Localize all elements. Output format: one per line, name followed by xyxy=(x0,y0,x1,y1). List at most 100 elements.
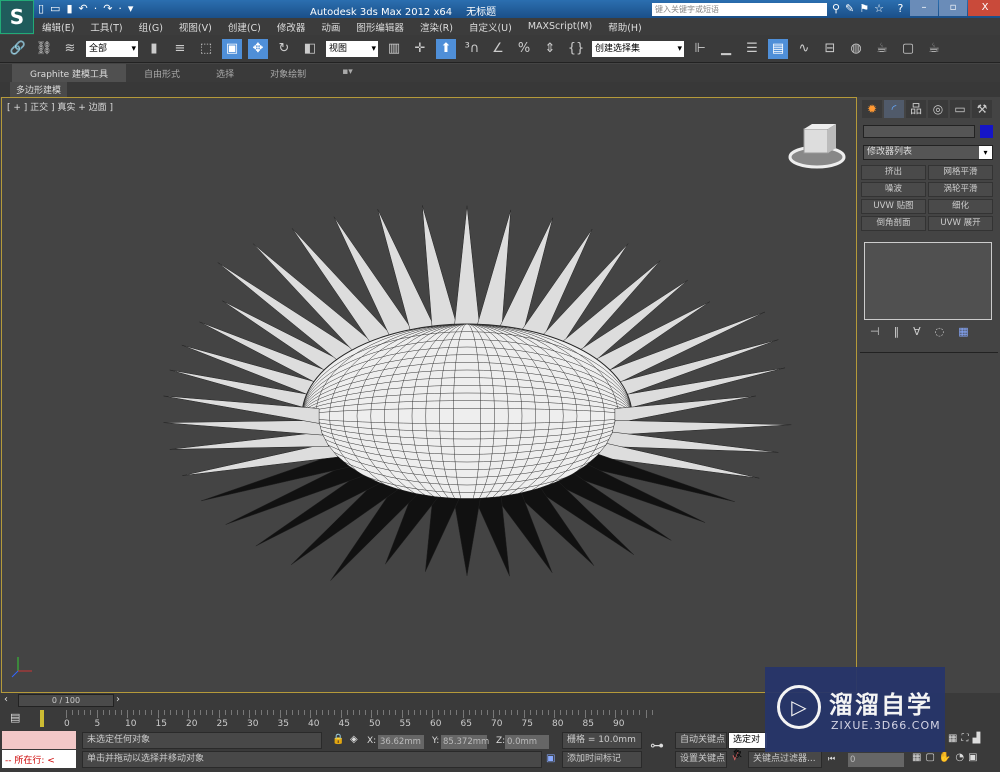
render-setup-icon[interactable]: ☕ xyxy=(872,39,892,59)
time-slider-thumb[interactable]: 0 / 100 xyxy=(18,694,114,707)
y-coord-field[interactable]: 85.372mm xyxy=(441,735,489,749)
modifier-button[interactable]: UVW 贴图 xyxy=(861,199,926,214)
select-object-icon[interactable]: ▮ xyxy=(144,39,164,59)
modifier-button[interactable]: UVW 展开 xyxy=(928,216,993,231)
make-unique-icon[interactable]: ∀ xyxy=(913,325,921,338)
keyboard-shortcut-icon[interactable]: ⬆ xyxy=(436,38,456,59)
menu-item[interactable]: 编辑(E) xyxy=(42,20,74,34)
help-icons[interactable]: ⚲✎⚑☆ ? xyxy=(832,2,908,15)
next-frame-icon[interactable]: › xyxy=(116,694,120,705)
set-key-button[interactable]: 设置关键点 xyxy=(675,751,727,768)
material-editor-icon[interactable]: ◍ xyxy=(846,39,866,59)
motion-tab-icon[interactable]: ◎ xyxy=(928,100,948,118)
mirror-icon[interactable]: ⊩ xyxy=(690,39,710,59)
scale-icon[interactable]: ◧ xyxy=(300,39,320,59)
prev-frame-icon[interactable]: ‹ xyxy=(4,694,8,705)
pin-stack-icon[interactable]: ⊣ xyxy=(870,325,880,338)
display-tab-icon[interactable]: ▭ xyxy=(950,100,970,118)
add-time-tag[interactable]: 添加时间标记 xyxy=(562,751,642,768)
close-button[interactable]: X xyxy=(968,0,1000,16)
pivot-icon[interactable]: ▥ xyxy=(384,39,404,59)
modifier-button[interactable]: 细化 xyxy=(928,199,993,214)
menu-item[interactable]: 图形编辑器 xyxy=(356,20,404,34)
modifier-button[interactable]: 挤出 xyxy=(861,165,926,180)
move-icon[interactable]: ✥ xyxy=(248,38,268,59)
key-icon[interactable]: ⊶ xyxy=(650,738,664,754)
remove-modifier-icon[interactable]: ◌ xyxy=(935,325,945,338)
current-frame-field[interactable]: 0 xyxy=(848,753,904,767)
rotate-icon[interactable]: ↻ xyxy=(274,39,294,59)
modify-tab-icon[interactable]: ◜ xyxy=(884,100,904,118)
show-end-result-icon[interactable]: ‖ xyxy=(894,325,900,338)
viewport-perspective[interactable]: [ + ] 正交 ] 真实 + 边面 ] xyxy=(1,97,857,693)
minimize-button[interactable]: – xyxy=(910,0,938,16)
align-icon[interactable]: ▁ xyxy=(716,39,736,59)
rendered-frame-icon[interactable]: ▢ xyxy=(898,39,918,59)
go-to-start-icon[interactable]: ⏮ xyxy=(828,754,835,764)
x-coord-field[interactable]: 36.62mm xyxy=(378,735,424,749)
create-tab-icon[interactable]: ✹ xyxy=(862,100,882,118)
menu-item[interactable]: MAXScript(M) xyxy=(528,21,592,32)
select-by-name-icon[interactable]: ≡ xyxy=(170,39,190,59)
tab-freeform[interactable]: 自由形式 xyxy=(126,64,198,82)
utilities-tab-icon[interactable]: ⚒ xyxy=(972,100,992,118)
app-logo-button[interactable]: S xyxy=(0,0,34,34)
spinner-snap-icon[interactable]: ⇕ xyxy=(540,39,560,59)
menu-item[interactable]: 工具(T) xyxy=(90,20,122,34)
percent-snap-icon[interactable]: % xyxy=(514,39,534,59)
maxscript-listener[interactable] xyxy=(2,731,76,749)
spiky-object-mesh[interactable] xyxy=(2,98,858,694)
menu-item[interactable]: 视图(V) xyxy=(179,20,212,34)
viewport-nav-icons[interactable]: ▦▢✋◔▣ xyxy=(912,752,982,763)
menu-item[interactable]: 组(G) xyxy=(139,20,163,34)
object-name-field[interactable] xyxy=(863,125,975,138)
search-input[interactable]: 键入关键字或短语 xyxy=(652,3,827,16)
curve-editor-icon[interactable]: ∿ xyxy=(794,39,814,59)
key-filters-button[interactable]: 关键点过滤器... xyxy=(748,751,822,768)
key-mode-dropdown[interactable]: 选定对象 xyxy=(728,732,768,760)
absolute-mode-icon[interactable]: ◈ xyxy=(350,734,358,745)
modifier-button[interactable]: 倒角剖面 xyxy=(861,216,926,231)
menu-item[interactable]: 创建(C) xyxy=(228,20,261,34)
listener-line[interactable]: -- 所在行: < xyxy=(2,750,76,768)
render-icon[interactable]: ☕ xyxy=(924,39,944,59)
rect-selection-icon[interactable]: ⬚ xyxy=(196,39,216,59)
polygon-modeling-panel[interactable]: 多边形建模 xyxy=(10,82,68,97)
graphite-toggle-icon[interactable]: ▤ xyxy=(768,38,788,59)
z-coord-field[interactable]: 0.0mm xyxy=(505,735,549,749)
edit-named-selection-icon[interactable]: {} xyxy=(566,39,586,59)
modifier-list-dropdown[interactable]: 修改器列表 ▾ xyxy=(863,145,993,160)
modifier-button[interactable]: 涡轮平滑 xyxy=(928,182,993,197)
lock-icon[interactable]: 🔒 xyxy=(332,734,344,745)
time-marker[interactable] xyxy=(40,710,44,727)
named-selection-dropdown[interactable]: 创建选择集 xyxy=(592,40,684,57)
quick-access-toolbar[interactable]: ▯▭▮↶·↷·▾ xyxy=(38,2,139,15)
menu-item[interactable]: 自定义(U) xyxy=(469,20,512,34)
manipulate-icon[interactable]: ✛ xyxy=(410,39,430,59)
auto-key-button[interactable]: 自动关键点 xyxy=(675,732,727,749)
menu-item[interactable]: 帮助(H) xyxy=(608,20,642,34)
snap-icon[interactable]: ³∩ xyxy=(462,39,482,59)
bind-space-warp-icon[interactable]: ≋ xyxy=(60,39,80,59)
modifier-button[interactable]: 噪波 xyxy=(861,182,926,197)
time-tag-icon[interactable]: ▣ xyxy=(546,753,555,764)
maximize-button[interactable]: ▫ xyxy=(939,0,967,16)
configure-sets-icon[interactable]: ▦ xyxy=(958,325,968,338)
tab-graphite[interactable]: Graphite 建模工具 xyxy=(12,64,127,82)
hierarchy-tab-icon[interactable]: 品 xyxy=(906,100,926,118)
unlink-icon[interactable]: ⛓ xyxy=(34,39,54,59)
object-color-swatch[interactable] xyxy=(980,125,993,138)
layer-icon[interactable]: ☰ xyxy=(742,39,762,59)
schematic-view-icon[interactable]: ⊟ xyxy=(820,39,840,59)
menu-item[interactable]: 动画 xyxy=(321,20,340,34)
link-icon[interactable]: 🔗 xyxy=(8,39,28,59)
window-crossing-icon[interactable]: ▣ xyxy=(222,38,242,59)
ref-coord-dropdown[interactable]: 视图 xyxy=(326,40,378,57)
menu-item[interactable]: 渲染(R) xyxy=(420,20,453,34)
modifier-stack[interactable] xyxy=(864,242,992,320)
selection-filter-dropdown[interactable]: 全部 xyxy=(86,40,138,57)
menu-item[interactable]: 修改器 xyxy=(277,20,306,34)
modifier-button[interactable]: 网格平滑 xyxy=(928,165,993,180)
curve-editor-mini-icon[interactable]: ▤ xyxy=(10,711,20,724)
angle-snap-icon[interactable]: ∠ xyxy=(488,39,508,59)
